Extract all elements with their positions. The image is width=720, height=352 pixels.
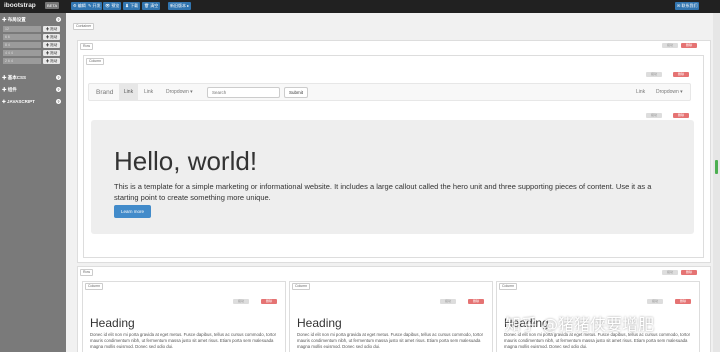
column-label: Column bbox=[85, 283, 104, 290]
nav-right-link[interactable]: Link bbox=[636, 84, 645, 101]
column-heading: Heading bbox=[297, 316, 342, 330]
navbar-brand[interactable]: Brand bbox=[96, 84, 113, 101]
delete-control[interactable]: 删除 bbox=[681, 43, 697, 48]
scrollbar-thumb[interactable] bbox=[715, 160, 718, 174]
drag-handle[interactable]: ✚ 拖动 bbox=[43, 34, 60, 40]
layout-item: 2 6 4 bbox=[3, 58, 41, 64]
delete-control[interactable]: 删除 bbox=[675, 299, 691, 304]
layout-item: 6 6 bbox=[3, 34, 41, 40]
help-icon[interactable]: ? bbox=[56, 75, 61, 80]
help-icon[interactable]: ? bbox=[56, 99, 61, 104]
delete-control[interactable]: 删除 bbox=[261, 299, 277, 304]
drag-control[interactable]: 拖动 bbox=[233, 299, 249, 304]
contact-button[interactable]: ✉ 联系我们 bbox=[675, 2, 700, 10]
row-label: Row bbox=[80, 269, 94, 276]
drag-handle[interactable]: ✚ 拖动 bbox=[43, 50, 60, 56]
develop-button[interactable]: ✎ 开发 bbox=[86, 2, 103, 10]
version-button[interactable]: 新旧版本 ▸ bbox=[168, 2, 192, 10]
drag-control[interactable]: 拖动 bbox=[440, 299, 456, 304]
column-text: Donec id elit non mi porta gravida at eg… bbox=[297, 332, 484, 349]
row-label: Row bbox=[80, 43, 94, 50]
layout-item: 8 4 bbox=[3, 42, 41, 48]
column-heading: Heading bbox=[90, 316, 135, 330]
hero-unit: Hello, world! This is a template for a s… bbox=[91, 120, 694, 234]
delete-control[interactable]: 删除 bbox=[673, 72, 689, 77]
help-icon[interactable]: ? bbox=[56, 87, 61, 92]
search-input[interactable] bbox=[207, 87, 280, 98]
vertical-scrollbar[interactable] bbox=[713, 13, 720, 352]
sidebar-section-layout[interactable]: ✚ 布局设置 bbox=[2, 17, 26, 23]
delete-control[interactable]: 删除 bbox=[673, 113, 689, 118]
column-text: Donec id elit non mi porta gravida at eg… bbox=[504, 332, 691, 349]
nav-link-active[interactable]: Link bbox=[119, 84, 138, 101]
download-button[interactable]: ⬇ 下载 bbox=[123, 2, 141, 10]
layout-item: 12 bbox=[3, 26, 41, 32]
clear-button[interactable]: 🗑 清空 bbox=[142, 2, 161, 10]
submit-button[interactable]: Submit bbox=[284, 87, 308, 98]
drag-handle[interactable]: ✚ 拖动 bbox=[43, 58, 60, 64]
sidebar-section-components[interactable]: ✚ 组件 bbox=[2, 87, 17, 93]
column-label: Column bbox=[86, 58, 105, 65]
drag-control[interactable]: 拖动 bbox=[662, 43, 678, 48]
delete-control[interactable]: 删除 bbox=[468, 299, 484, 304]
drag-control[interactable]: 拖动 bbox=[662, 270, 678, 275]
drag-handle[interactable]: ✚ 拖动 bbox=[43, 42, 60, 48]
column-box[interactable]: Column 拖动 删除 Heading Donec id elit non m… bbox=[289, 281, 493, 352]
design-canvas: Container Row 拖动 删除 Column 拖动 删除 Brand L… bbox=[73, 13, 711, 352]
top-toolbar: ibootstrap BETA ⚙ 编辑 ✎ 开发 👁 预览 ⬇ 下载 🗑 清空… bbox=[0, 0, 720, 13]
watermark-text: 知乎 @猪猪侠要增肥 bbox=[505, 315, 655, 334]
drag-handle[interactable]: ✚ 拖动 bbox=[43, 26, 60, 32]
hero-title: Hello, world! bbox=[114, 146, 258, 176]
container-label: Container bbox=[73, 23, 95, 30]
nav-link[interactable]: Link bbox=[144, 84, 153, 101]
layout-item: 4 4 4 bbox=[3, 50, 41, 56]
drag-control[interactable]: 拖动 bbox=[646, 113, 662, 118]
preview-button[interactable]: 👁 预览 bbox=[103, 2, 122, 10]
drag-control[interactable]: 拖动 bbox=[647, 299, 663, 304]
delete-control[interactable]: 删除 bbox=[681, 270, 697, 275]
component-sidebar: ✚ 布局设置 ? 12 ✚ 拖动 6 6 ✚ 拖动 8 4 ✚ 拖动 4 4 4… bbox=[0, 13, 66, 352]
column-box[interactable]: Column 拖动 删除 Heading Donec id elit non m… bbox=[82, 281, 286, 352]
navbar: Brand Link Link Dropdown ▾ Submit Link D… bbox=[88, 83, 691, 101]
sidebar-section-css[interactable]: ✚ 基本CSS bbox=[2, 75, 26, 81]
learn-more-button[interactable]: Learn more bbox=[114, 205, 151, 218]
nav-right-dropdown[interactable]: Dropdown ▾ bbox=[656, 84, 683, 101]
app-brand[interactable]: ibootstrap bbox=[4, 2, 36, 9]
sidebar-section-javascript[interactable]: ✚ JAVASCRIPT bbox=[2, 99, 35, 105]
nav-dropdown[interactable]: Dropdown ▾ bbox=[166, 84, 193, 101]
help-icon[interactable]: ? bbox=[56, 17, 61, 22]
hero-text: This is a template for a simple marketin… bbox=[114, 182, 652, 202]
column-label: Column bbox=[292, 283, 311, 290]
column-label: Column bbox=[499, 283, 518, 290]
beta-badge: BETA bbox=[45, 2, 60, 9]
column-text: Donec id elit non mi porta gravida at eg… bbox=[90, 332, 277, 349]
drag-control[interactable]: 拖动 bbox=[646, 72, 662, 77]
